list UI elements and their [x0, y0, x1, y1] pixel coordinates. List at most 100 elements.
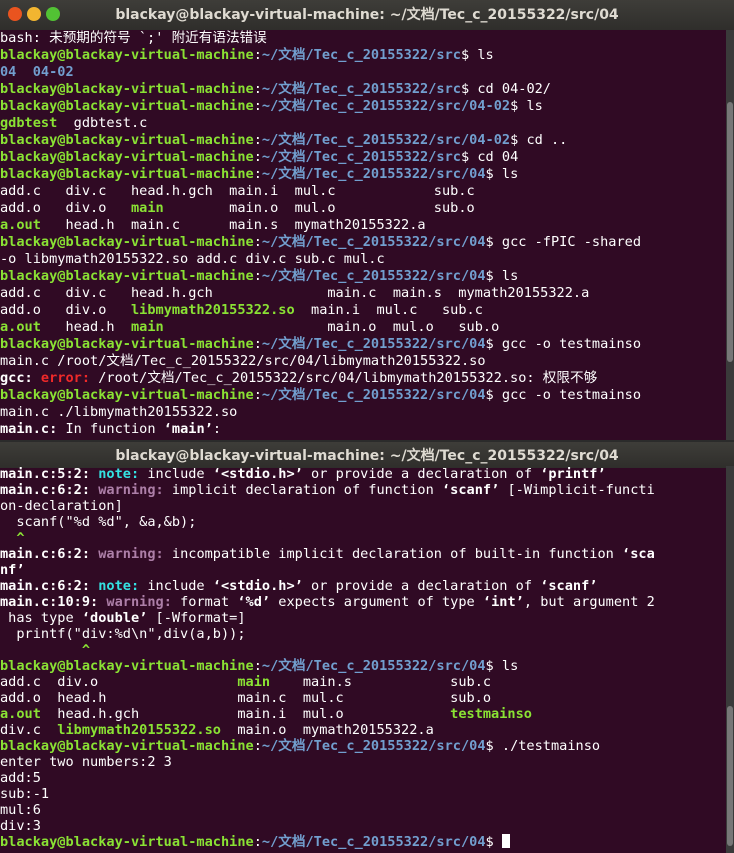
terminal-text: add:5: [0, 770, 41, 786]
terminal-text: $ ls: [460, 47, 494, 63]
scrollbar-thumb[interactable]: [727, 102, 733, 362]
terminal-text: blackay@blackay-virtual-machine: [0, 47, 254, 63]
terminal-text: format: [180, 594, 238, 610]
terminal-line: blackay@blackay-virtual-machine:~/文档/Tec…: [0, 47, 726, 64]
terminal-text: ‘sca: [622, 546, 655, 562]
terminal-text: warning:: [98, 482, 172, 498]
terminal-text: error:: [40, 370, 99, 386]
terminal-text: gdbtest: [0, 115, 58, 131]
window-title: blackay@blackay-virtual-machine: ~/文档/Te…: [115, 7, 619, 23]
terminal-line: blackay@blackay-virtual-machine:~/文档/Tec…: [0, 81, 726, 98]
terminal-text: main.i mul.c sub.c: [294, 302, 483, 318]
terminal-text: $ ./testmainso: [485, 738, 601, 754]
terminal-text: main.s sub.c: [270, 674, 492, 690]
terminal-line: gdbtest gdbtest.c: [0, 115, 726, 132]
terminal-text: on-declaration]: [0, 498, 123, 514]
terminal-text: :: [212, 421, 221, 437]
scrollbar[interactable]: [726, 466, 734, 853]
terminal-text: enter two numbers:2 3: [0, 754, 172, 770]
terminal-text: main.c ./libmymath20155322.so: [0, 404, 238, 420]
terminal-text: $ gcc -o testmainso: [485, 336, 642, 352]
terminal-text: $ cd 04-02/: [460, 81, 551, 97]
close-button[interactable]: [8, 7, 22, 21]
terminal-text: ‘<stdio.h>’: [212, 578, 303, 594]
terminal-text: :: [253, 81, 262, 97]
window-controls: [8, 7, 65, 23]
terminal-line: a.out head.h.gch main.i mul.o testmainso: [0, 706, 726, 722]
terminal-text: ‘<stdio.h>’: [212, 466, 303, 482]
scrollbar[interactable]: [726, 30, 734, 440]
terminal-line: main.c ./libmymath20155322.so: [0, 404, 726, 421]
terminal-text: ~/文档/Tec_c_20155322/src/04-02: [261, 98, 511, 114]
terminal-text: include: [147, 466, 213, 482]
terminal-line: main.c /root/文档/Tec_c_20155322/src/04/li…: [0, 353, 726, 370]
terminal-line: printf("div:%d\n",div(a,b));: [0, 626, 726, 642]
terminal-text: ~/文档/Tec_c_20155322/src/04: [261, 166, 486, 182]
terminal-output[interactable]: main.c:5:2: note: include ‘<stdio.h>’ or…: [0, 466, 726, 853]
terminal-line: blackay@blackay-virtual-machine:~/文档/Tec…: [0, 738, 726, 754]
terminal-text: include: [147, 578, 213, 594]
terminal-text: incompatible implicit declaration of bui…: [171, 546, 623, 562]
terminal-line: scanf("%d %d", &a,&b);: [0, 514, 726, 530]
terminal-line: main.c:6:2: note: include ‘<stdio.h>’ or…: [0, 578, 726, 594]
terminal-window-top[interactable]: blackay@blackay-virtual-machine: ~/文档/Te…: [0, 0, 734, 440]
terminal-text: ~/文档/Tec_c_20155322/src: [261, 47, 461, 63]
minimize-button[interactable]: [27, 7, 41, 21]
terminal-text: libmymath20155322.so: [57, 722, 221, 738]
terminal-text: :: [253, 834, 262, 850]
terminal-text: ~/文档/Tec_c_20155322/src/04-02: [261, 132, 511, 148]
terminal-line: gcc: error: /root/文档/Tec_c_20155322/src/…: [0, 370, 726, 387]
terminal-line: blackay@blackay-virtual-machine:~/文档/Tec…: [0, 166, 726, 183]
terminal-text: $ ls: [485, 658, 519, 674]
maximize-button[interactable]: [46, 7, 60, 21]
terminal-line: main.c: In function ‘main’:: [0, 421, 726, 438]
terminal-text: main: [130, 319, 164, 335]
terminal-line: on-declaration]: [0, 498, 726, 514]
terminal-text: ~/文档/Tec_c_20155322/src: [261, 81, 461, 97]
terminal-line: add.o head.h main.c mul.c sub.o: [0, 690, 726, 706]
terminal-line: a.out head.h main.c main.s mymath2015532…: [0, 217, 726, 234]
terminal-text: or provide a declaration of: [302, 578, 541, 594]
terminal-text: ~/文档/Tec_c_20155322/src/04: [261, 738, 486, 754]
terminal-line: main.c:5:2: note: include ‘<stdio.h>’ or…: [0, 466, 726, 482]
terminal-line: enter two numbers:2 3: [0, 754, 726, 770]
terminal-text: add.c div.c head.h.gch main.c main.s mym…: [0, 285, 590, 301]
terminal-text: blackay@blackay-virtual-machine: [0, 98, 254, 114]
terminal-text: warning:: [98, 546, 172, 562]
terminal-text: add.c div.c head.h.gch main.i mul.c sub.…: [0, 183, 475, 199]
terminal-text: main.c:5:2:: [0, 466, 99, 482]
terminal-text: ~/文档/Tec_c_20155322/src/04: [261, 234, 486, 250]
terminal-text: add.o div.o: [0, 302, 131, 318]
terminal-text: :: [253, 658, 262, 674]
terminal-text: :: [253, 98, 262, 114]
window-titlebar[interactable]: blackay@blackay-virtual-machine: ~/文档/Te…: [0, 0, 734, 30]
terminal-text: :: [253, 149, 262, 165]
terminal-line: main.c:6:2: warning: implicit declaratio…: [0, 482, 726, 498]
terminal-text: main.c:6:2:: [0, 578, 99, 594]
scrollbar-thumb[interactable]: [727, 706, 733, 846]
terminal-text: printf("div:%d\n",div(a,b));: [0, 626, 246, 642]
terminal-text: expects argument of type: [270, 594, 483, 610]
terminal-text: bash: 未预期的符号 `;' 附近有语法错误: [0, 30, 267, 46]
terminal-text: main.c:6:2:: [0, 482, 99, 498]
window-titlebar[interactable]: blackay@blackay-virtual-machine: ~/文档/Te…: [0, 442, 734, 468]
terminal-text: blackay@blackay-virtual-machine: [0, 387, 254, 403]
terminal-text: a.out: [0, 319, 41, 335]
terminal-line: blackay@blackay-virtual-machine:~/文档/Tec…: [0, 132, 726, 149]
terminal-text: ~/文档/Tec_c_20155322/src/04: [261, 268, 486, 284]
terminal-text: head.h: [40, 319, 131, 335]
terminal-line: blackay@blackay-virtual-machine:~/文档/Tec…: [0, 234, 726, 251]
terminal-text: a.out: [0, 217, 41, 233]
terminal-line: blackay@blackay-virtual-machine:~/文档/Tec…: [0, 268, 726, 285]
terminal-line: div:3: [0, 818, 726, 834]
terminal-text: head.h.gch main.i mul.o: [40, 706, 451, 722]
terminal-text: main.o mul.o sub.o: [163, 319, 500, 335]
terminal-line: add.o div.o main main.o mul.o sub.o: [0, 200, 726, 217]
terminal-text: div:3: [0, 818, 41, 834]
terminal-line: a.out head.h main main.o mul.o sub.o: [0, 319, 726, 336]
terminal-output[interactable]: bash: 未预期的符号 `;' 附近有语法错误 blackay@blackay-…: [0, 30, 726, 440]
terminal-line: mul:6: [0, 802, 726, 818]
terminal-text: $ ls: [510, 98, 543, 114]
terminal-text: blackay@blackay-virtual-machine: [0, 336, 254, 352]
terminal-window-bottom[interactable]: blackay@blackay-virtual-machine: ~/文档/Te…: [0, 442, 734, 853]
